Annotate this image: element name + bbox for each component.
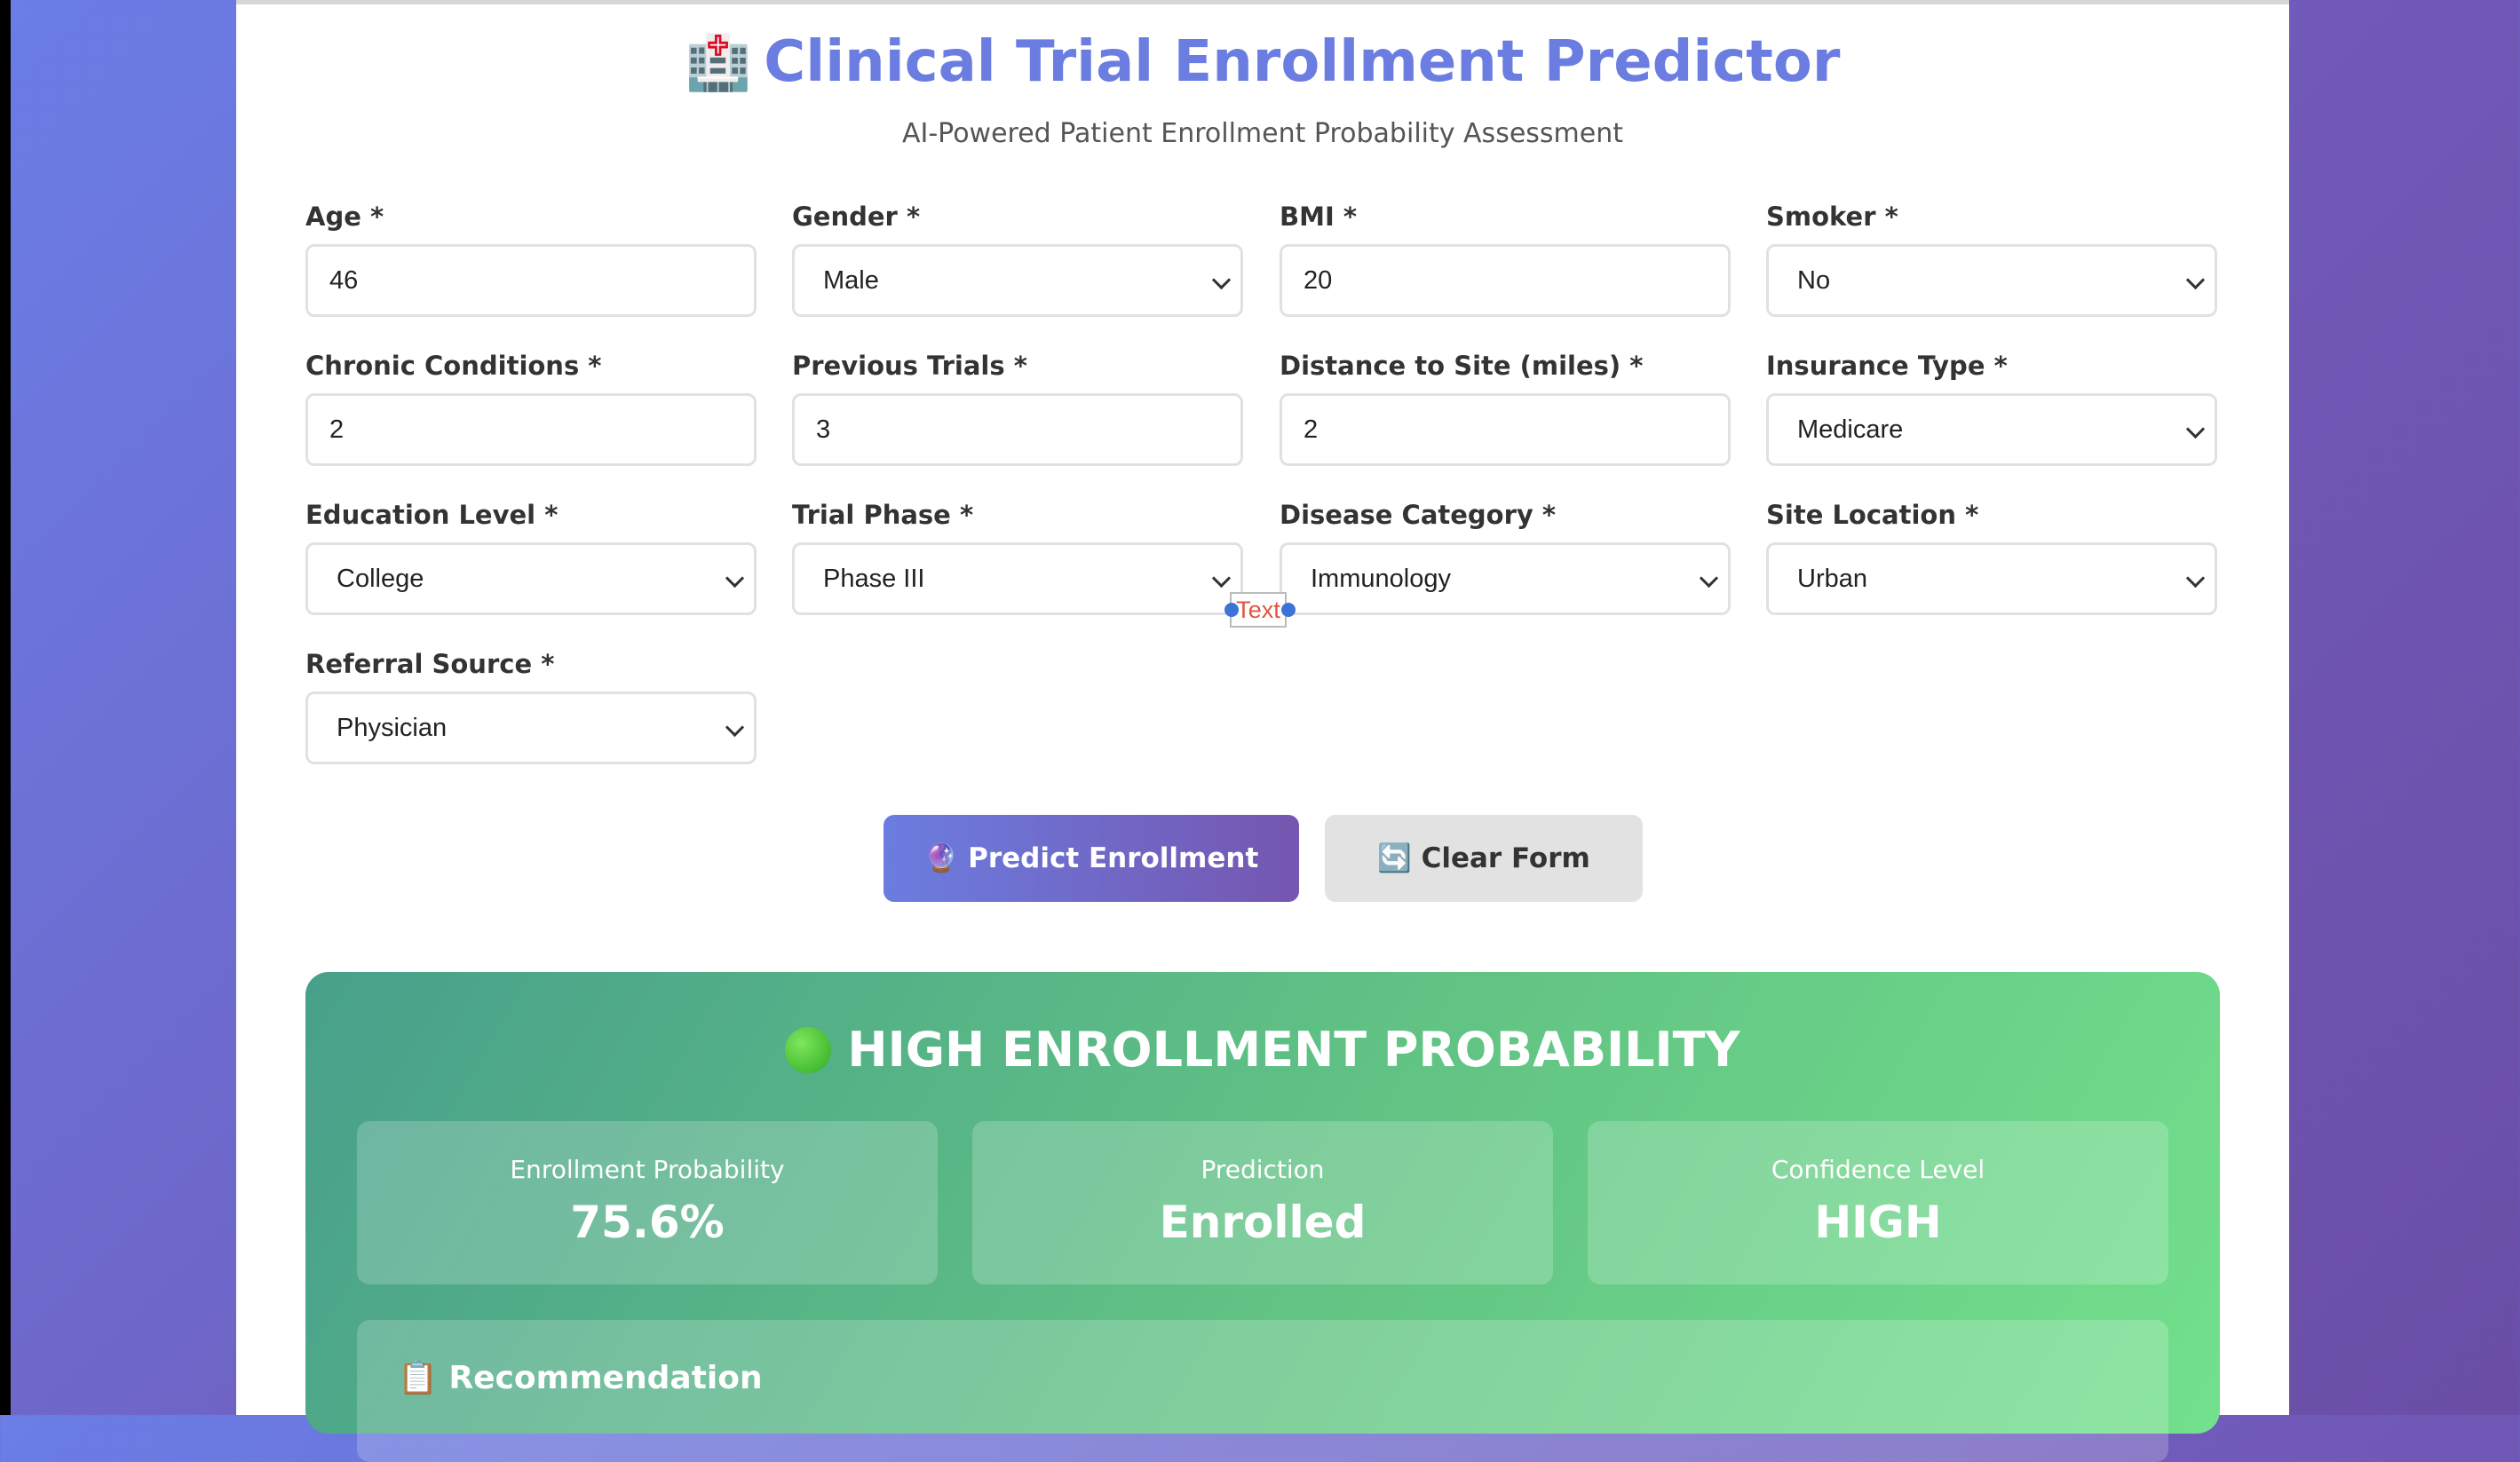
site-location-select[interactable]: Urban bbox=[1766, 542, 2217, 615]
chevron-down-icon bbox=[2185, 568, 2206, 589]
predict-enrollment-button[interactable]: 🔮 Predict Enrollment bbox=[884, 815, 1299, 902]
chevron-down-icon bbox=[1211, 568, 1232, 589]
distance-field: Distance to Site (miles) * 2 bbox=[1280, 347, 1731, 466]
education-select[interactable]: College bbox=[305, 542, 757, 615]
resize-handle-right[interactable] bbox=[1281, 603, 1296, 617]
smoker-value: No bbox=[1797, 266, 1831, 295]
chevron-down-icon bbox=[725, 568, 745, 589]
stat-card-prediction: Prediction Enrolled bbox=[972, 1121, 1553, 1284]
smoker-select[interactable]: No bbox=[1766, 244, 2217, 317]
result-title-text: HIGH ENROLLMENT PROBABILITY bbox=[847, 1022, 1740, 1078]
insurance-select[interactable]: Medicare bbox=[1766, 393, 2217, 466]
site-location-value: Urban bbox=[1797, 565, 1867, 593]
insurance-value: Medicare bbox=[1797, 415, 1904, 444]
site-location-label: Site Location * bbox=[1766, 500, 1979, 530]
education-label: Education Level * bbox=[305, 500, 559, 530]
trial-phase-label: Trial Phase * bbox=[792, 500, 974, 530]
referral-source-select[interactable]: Physician bbox=[305, 691, 757, 764]
stat-value: HIGH bbox=[1814, 1197, 1942, 1248]
bmi-label: BMI * bbox=[1280, 202, 1358, 232]
gender-field: Gender * Male bbox=[792, 198, 1243, 317]
insurance-label: Insurance Type * bbox=[1766, 351, 2008, 381]
disease-category-value: Immunology bbox=[1311, 565, 1451, 593]
page-title: 🏥 Clinical Trial Enrollment Predictor bbox=[236, 29, 2289, 95]
page-subtitle: AI-Powered Patient Enrollment Probabilit… bbox=[901, 118, 1623, 149]
gender-label: Gender * bbox=[792, 202, 921, 232]
stat-card-probability: Enrollment Probability 75.6% bbox=[357, 1121, 938, 1284]
chronic-conditions-field: Chronic Conditions * 2 bbox=[305, 347, 757, 466]
window-edge bbox=[0, 0, 11, 1415]
resize-handle-left[interactable] bbox=[1224, 603, 1239, 617]
previous-trials-input[interactable]: 3 bbox=[792, 393, 1243, 466]
disease-category-label: Disease Category * bbox=[1280, 500, 1557, 530]
recommendation-box: 📋 Recommendation bbox=[357, 1320, 2168, 1462]
distance-input[interactable]: 2 bbox=[1280, 393, 1731, 466]
trial-phase-field: Trial Phase * Phase III bbox=[792, 496, 1243, 615]
stat-card-confidence: Confidence Level HIGH bbox=[1588, 1121, 2168, 1284]
result-panel: HIGH ENROLLMENT PROBABILITY Enrollment P… bbox=[305, 972, 2220, 1462]
smoker-field: Smoker * No bbox=[1766, 198, 2217, 317]
stat-value: Enrolled bbox=[1159, 1197, 1367, 1248]
age-input[interactable]: 46 bbox=[305, 244, 757, 317]
chevron-down-icon bbox=[1211, 270, 1232, 290]
result-title: HIGH ENROLLMENT PROBABILITY bbox=[305, 1022, 2220, 1078]
hospital-icon: 🏥 bbox=[685, 32, 752, 94]
stat-label: Prediction bbox=[1201, 1155, 1325, 1184]
age-label: Age * bbox=[305, 202, 384, 232]
stat-value: 75.6% bbox=[570, 1197, 725, 1248]
bmi-input[interactable]: 20 bbox=[1280, 244, 1731, 317]
green-circle-icon bbox=[785, 1027, 832, 1073]
bmi-field: BMI * 20 bbox=[1280, 198, 1731, 317]
trial-phase-select[interactable]: Phase III bbox=[792, 542, 1243, 615]
previous-trials-label: Previous Trials * bbox=[792, 351, 1027, 381]
chevron-down-icon bbox=[2185, 270, 2206, 290]
previous-trials-field: Previous Trials * 3 bbox=[792, 347, 1243, 466]
clear-form-button[interactable]: 🔄 Clear Form bbox=[1325, 815, 1643, 902]
gender-select[interactable]: Male bbox=[792, 244, 1243, 317]
chevron-down-icon bbox=[1699, 568, 1719, 589]
insurance-field: Insurance Type * Medicare bbox=[1766, 347, 2217, 466]
chronic-conditions-label: Chronic Conditions * bbox=[305, 351, 602, 381]
smoker-label: Smoker * bbox=[1766, 202, 1898, 232]
age-field: Age * 46 bbox=[305, 198, 757, 317]
distance-label: Distance to Site (miles) * bbox=[1280, 351, 1644, 381]
chronic-conditions-input[interactable]: 2 bbox=[305, 393, 757, 466]
recommendation-title: 📋 Recommendation bbox=[398, 1360, 763, 1396]
main-card: 🏥 Clinical Trial Enrollment Predictor AI-… bbox=[236, 4, 2289, 1462]
referral-source-field: Referral Source * Physician bbox=[305, 645, 757, 764]
disease-category-select[interactable]: Immunology bbox=[1280, 542, 1731, 615]
page-title-text: Clinical Trial Enrollment Predictor bbox=[764, 29, 1841, 95]
stat-label: Confidence Level bbox=[1771, 1155, 1985, 1184]
education-field: Education Level * College bbox=[305, 496, 757, 615]
site-location-field: Site Location * Urban bbox=[1766, 496, 2217, 615]
trial-phase-value: Phase III bbox=[823, 565, 925, 593]
referral-source-label: Referral Source * bbox=[305, 649, 555, 679]
disease-category-field: Disease Category * Immunology bbox=[1280, 496, 1731, 615]
gender-value: Male bbox=[823, 266, 879, 295]
chevron-down-icon bbox=[725, 717, 745, 738]
chevron-down-icon bbox=[2185, 419, 2206, 439]
referral-source-value: Physician bbox=[337, 714, 448, 742]
stat-label: Enrollment Probability bbox=[510, 1155, 785, 1184]
education-value: College bbox=[337, 565, 424, 593]
